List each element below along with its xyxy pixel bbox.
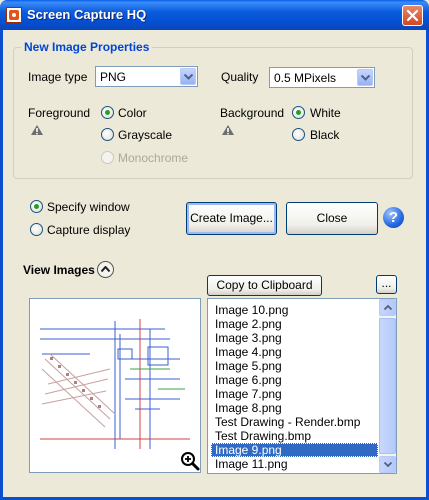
list-item[interactable]: Image 5.png	[211, 359, 378, 373]
foreground-label: Foreground	[28, 106, 91, 120]
list-item[interactable]: Image 11.png	[211, 457, 378, 471]
scroll-thumb[interactable]	[379, 318, 396, 454]
image-type-select[interactable]: PNG	[95, 66, 198, 87]
capture-display-radio[interactable]	[30, 223, 43, 236]
copy-to-clipboard-button[interactable]: Copy to Clipboard	[207, 275, 322, 296]
list-item[interactable]: Image 2.png	[211, 317, 378, 331]
image-list[interactable]: Image 10.png Image 2.png Image 3.png Image …	[207, 298, 397, 474]
list-item[interactable]: Image 7.png	[211, 387, 378, 401]
image-type-value: PNG	[100, 70, 127, 84]
window-title: Screen Capture HQ	[27, 7, 147, 22]
background-white-label[interactable]: White	[310, 106, 341, 120]
chevron-down-icon[interactable]	[180, 68, 196, 85]
quality-label: Quality	[221, 70, 259, 84]
foreground-monochrome-radio	[101, 151, 114, 164]
help-icon[interactable]: ?	[383, 207, 404, 228]
foreground-grayscale-label[interactable]: Grayscale	[118, 128, 172, 142]
list-item[interactable]: Image 10.png	[211, 303, 378, 317]
image-type-label: Image type	[28, 70, 88, 84]
chevron-down-icon[interactable]	[357, 69, 373, 86]
create-image-button[interactable]: Create Image...	[186, 202, 277, 235]
capture-display-label[interactable]: Capture display	[47, 223, 130, 237]
foreground-color-radio[interactable]	[101, 106, 114, 119]
list-item[interactable]: Test Drawing.bmp	[211, 429, 378, 443]
warning-icon	[222, 125, 234, 135]
title-bar[interactable]: Screen Capture HQ	[0, 0, 429, 30]
app-icon[interactable]	[6, 7, 22, 23]
warning-icon	[31, 125, 43, 135]
foreground-monochrome-label: Monochrome	[118, 151, 189, 165]
scroll-down-button[interactable]	[379, 456, 396, 473]
chevron-up-icon[interactable]	[97, 261, 114, 278]
list-item[interactable]: Image 6.png	[211, 373, 378, 387]
background-black-label[interactable]: Black	[310, 128, 339, 142]
scroll-up-button[interactable]	[379, 299, 396, 316]
foreground-color-label[interactable]: Color	[118, 106, 147, 120]
background-black-radio[interactable]	[292, 128, 305, 141]
list-item[interactable]: Image 3.png	[211, 331, 378, 345]
view-images-title: View Images	[23, 263, 95, 277]
specify-window-radio[interactable]	[30, 200, 43, 213]
specify-window-label[interactable]: Specify window	[47, 200, 130, 214]
background-white-radio[interactable]	[292, 106, 305, 119]
quality-select[interactable]: 0.5 MPixels	[269, 67, 375, 88]
quality-value: 0.5 MPixels	[274, 71, 337, 85]
zoom-in-icon[interactable]	[180, 451, 200, 471]
list-item[interactable]: Image 8.png	[211, 401, 378, 415]
list-item[interactable]: Test Drawing - Render.bmp	[211, 415, 378, 429]
close-icon	[406, 9, 419, 22]
list-item[interactable]: Image 9.png	[211, 443, 378, 457]
more-options-button[interactable]: ...	[376, 275, 397, 294]
window-close-button[interactable]	[402, 5, 423, 26]
list-item[interactable]: Image 4.png	[211, 345, 378, 359]
background-label: Background	[220, 106, 285, 120]
image-preview[interactable]	[29, 298, 201, 473]
close-button[interactable]: Close	[286, 202, 378, 235]
foreground-grayscale-radio[interactable]	[101, 128, 114, 141]
list-scrollbar[interactable]	[379, 299, 396, 473]
properties-group-title: New Image Properties	[21, 40, 153, 54]
drawing-thumbnail	[40, 319, 190, 449]
